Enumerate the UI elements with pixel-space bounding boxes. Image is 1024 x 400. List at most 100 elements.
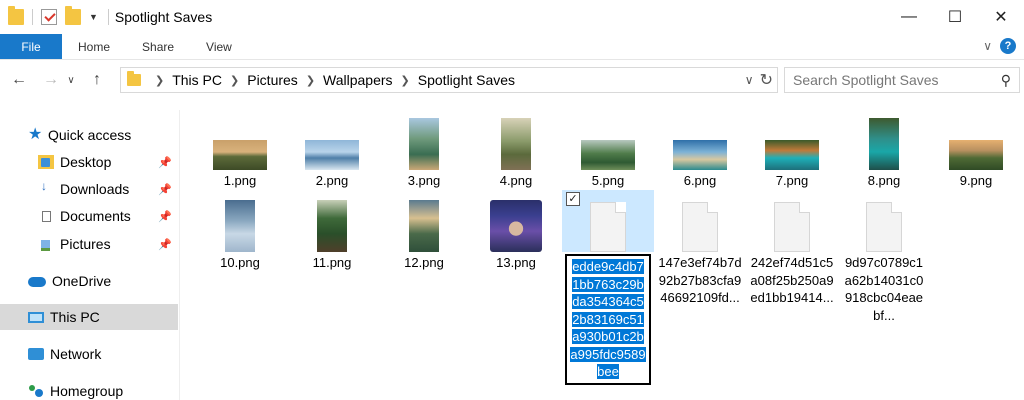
sidebar-item-onedrive[interactable]: OneDrive (0, 268, 178, 294)
selection-highlight: ✓ (562, 190, 654, 252)
desktop-folder-icon (38, 155, 54, 169)
image-thumbnail (317, 200, 347, 252)
breadcrumb-separator-icon[interactable]: ❯ (401, 74, 410, 87)
rename-text[interactable]: edde9c4db71bb763c29bda354364c52b83169c51… (570, 259, 646, 379)
refresh-icon[interactable]: ↻ (760, 70, 773, 90)
image-thumbnail (305, 140, 359, 170)
pin-icon[interactable]: 📌 (158, 183, 172, 196)
image-thumbnail (673, 140, 727, 170)
customize-toolbar-dropdown-icon[interactable]: ▼ (89, 12, 98, 22)
breadcrumb-wallpapers[interactable]: Wallpapers (323, 72, 393, 88)
rename-field[interactable]: edde9c4db71bb763c29bda354364c52b83169c51… (565, 254, 651, 385)
tab-view[interactable]: View (190, 34, 248, 59)
file-tile[interactable]: 11.png (286, 190, 378, 271)
file-name: 9d97c0789c1a62b14031c0918cbc04eaebf... (844, 255, 924, 323)
generic-file-icon (590, 202, 626, 252)
file-tile[interactable]: 2.png (286, 108, 378, 189)
close-button[interactable]: ✕ (978, 0, 1024, 34)
new-folder-icon[interactable] (65, 6, 81, 25)
generic-file-icon (682, 202, 718, 252)
selection-checkbox[interactable]: ✓ (566, 192, 580, 206)
file-tile[interactable]: 5.png (562, 108, 654, 189)
folder-icon[interactable] (8, 6, 24, 25)
breadcrumb-pictures[interactable]: Pictures (247, 72, 298, 88)
image-thumbnail (765, 140, 819, 170)
properties-icon[interactable] (41, 9, 57, 25)
file-tile[interactable]: 13.png (470, 190, 562, 271)
maximize-button[interactable]: ☐ (932, 0, 978, 34)
file-tile[interactable]: 242ef74d51c5a08f25b250a9ed1bb19414... (746, 190, 838, 307)
file-list: 1.png 2.png 3.png 4.png 5.png 6.png 7.pn… (184, 100, 1024, 400)
tab-share[interactable]: Share (126, 34, 190, 59)
sidebar-item-label: Desktop (60, 154, 112, 170)
pin-icon[interactable]: 📌 (158, 210, 172, 223)
file-name: 10.png (220, 255, 260, 270)
breadcrumb-separator-icon[interactable]: ❯ (230, 74, 239, 87)
pin-icon[interactable]: 📌 (158, 156, 172, 169)
sidebar-item-downloads[interactable]: Downloads 📌 (0, 176, 178, 202)
sidebar-item-this-pc[interactable]: This PC (0, 304, 178, 330)
forward-arrow-icon[interactable]: → (38, 67, 64, 93)
tab-file[interactable]: File (0, 34, 62, 59)
image-thumbnail (409, 118, 439, 170)
up-arrow-icon[interactable]: ↑ (84, 67, 110, 93)
minimize-button[interactable]: — (886, 0, 932, 34)
file-tile[interactable]: 12.png (378, 190, 470, 271)
sidebar-item-documents[interactable]: Documents 📌 (0, 203, 178, 229)
computer-icon (28, 311, 44, 323)
sidebar-item-label: Documents (60, 208, 131, 224)
sidebar-item-homegroup[interactable]: Homegroup (0, 378, 178, 400)
file-tile[interactable]: 7.png (746, 108, 838, 189)
sidebar-item-label: Homegroup (50, 383, 124, 399)
breadcrumb-spotlight-saves[interactable]: Spotlight Saves (418, 72, 515, 88)
file-tile[interactable]: 9.png (930, 108, 1022, 189)
file-tile[interactable]: 3.png (378, 108, 470, 189)
recent-locations-dropdown-icon[interactable]: ∨ (64, 67, 78, 93)
address-history-dropdown-icon[interactable]: ∨ (745, 73, 754, 87)
generic-file-icon (774, 202, 810, 252)
file-tile[interactable]: 147e3ef74b7d92b27b83cfa946692109fd... (654, 190, 746, 307)
sidebar-item-quick-access[interactable]: ★ Quick access (0, 122, 178, 148)
pictures-folder-icon (38, 237, 54, 251)
address-bar[interactable]: ❯ This PC ❯ Pictures ❯ Wallpapers ❯ Spot… (120, 67, 778, 93)
breadcrumb-separator-icon[interactable]: ❯ (306, 74, 315, 87)
image-thumbnail (225, 200, 255, 252)
expand-ribbon-chevron-icon[interactable]: ∨ (983, 39, 992, 53)
search-icon[interactable]: ⚲ (1001, 72, 1011, 89)
file-tile[interactable]: 9d97c0789c1a62b14031c0918cbc04eaebf... (838, 190, 930, 324)
sidebar-item-pictures[interactable]: Pictures 📌 (0, 231, 178, 257)
sidebar-item-desktop[interactable]: Desktop 📌 (0, 149, 178, 175)
search-box: ⚲ (784, 67, 1020, 93)
homegroup-icon (28, 384, 44, 398)
sidebar-item-label: Pictures (60, 236, 111, 252)
sidebar-item-label: Network (50, 346, 102, 362)
tab-home[interactable]: Home (62, 34, 126, 59)
image-thumbnail (869, 118, 899, 170)
help-icon[interactable]: ? (1000, 38, 1016, 54)
file-tile[interactable]: 4.png (470, 108, 562, 189)
file-tile[interactable]: 1.png (194, 108, 286, 189)
file-name: 242ef74d51c5a08f25b250a9ed1bb19414... (750, 255, 834, 305)
file-tile[interactable]: 6.png (654, 108, 746, 189)
file-tile-selected[interactable]: ✓ edde9c4db71bb763c29bda354364c52b83169c… (562, 190, 654, 385)
image-thumbnail (949, 140, 1003, 170)
file-name: 6.png (683, 173, 717, 188)
image-thumbnail (213, 140, 267, 170)
quick-access-toolbar: ▼ (0, 0, 108, 34)
file-name: 8.png (867, 173, 901, 188)
folder-icon (127, 71, 141, 86)
sidebar-item-label: This PC (50, 309, 100, 325)
breadcrumb-this-pc[interactable]: This PC (172, 72, 222, 88)
file-tile[interactable]: 8.png (838, 108, 930, 189)
file-name: 11.png (312, 255, 352, 270)
pin-icon[interactable]: 📌 (158, 238, 172, 251)
file-name: 3.png (407, 173, 441, 188)
image-thumbnail (490, 200, 542, 252)
breadcrumb-separator-icon[interactable]: ❯ (155, 74, 164, 87)
file-name: 9.png (959, 173, 993, 188)
search-input[interactable] (793, 72, 983, 88)
sidebar-item-network[interactable]: Network (0, 341, 178, 367)
file-tile[interactable]: 10.png (194, 190, 286, 271)
file-name: 13.png (496, 255, 536, 270)
back-arrow-icon[interactable]: ← (6, 67, 32, 93)
